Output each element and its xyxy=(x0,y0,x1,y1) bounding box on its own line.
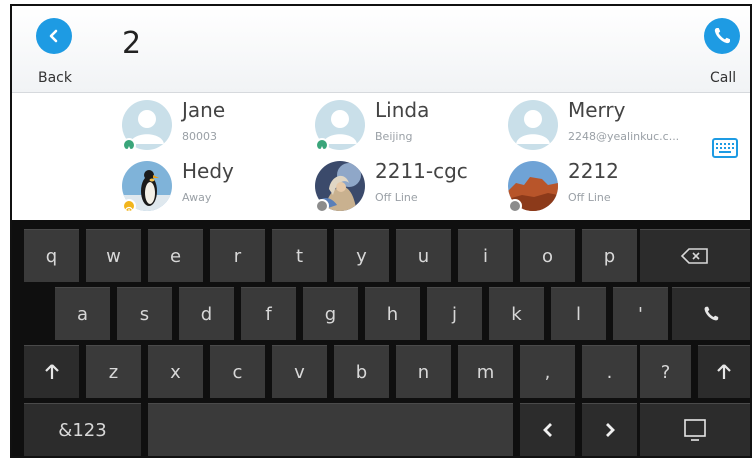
away-clock-icon xyxy=(122,199,136,216)
phone-icon xyxy=(704,306,719,321)
dial-input[interactable]: 2 xyxy=(122,26,141,61)
back-button[interactable] xyxy=(36,18,72,54)
search-bar: Back 2 Call xyxy=(12,6,750,93)
key-u[interactable]: u xyxy=(396,229,451,282)
call-label: Call xyxy=(710,70,737,86)
key-w[interactable]: w xyxy=(86,229,141,282)
space-key[interactable] xyxy=(148,403,513,456)
backspace-icon xyxy=(680,248,708,264)
status-star-icon xyxy=(315,138,329,154)
contact-item[interactable]: Hedy Away xyxy=(122,159,312,217)
cursor-right-key[interactable] xyxy=(582,403,637,456)
key-z[interactable]: z xyxy=(86,345,141,398)
back-label: Back xyxy=(38,70,72,86)
phone-icon xyxy=(714,28,730,44)
contact-item[interactable]: 2211-cgc Off Line xyxy=(315,159,505,217)
key-h[interactable]: h xyxy=(365,287,420,340)
contact-name: Jane xyxy=(182,98,226,122)
key-c[interactable]: c xyxy=(210,345,265,398)
status-star-icon xyxy=(122,138,136,154)
contact-item[interactable]: Merry 2248@yealinkuc.c... xyxy=(508,98,698,156)
contact-name: Hedy xyxy=(182,159,234,183)
key-b[interactable]: b xyxy=(334,345,389,398)
cursor-left-key[interactable] xyxy=(520,403,575,456)
key-i[interactable]: i xyxy=(458,229,513,282)
key-o[interactable]: o xyxy=(520,229,575,282)
call-button[interactable] xyxy=(704,18,740,54)
key-k[interactable]: k xyxy=(489,287,544,340)
key-p[interactable]: p xyxy=(582,229,637,282)
key-d[interactable]: d xyxy=(179,287,234,340)
key-y[interactable]: y xyxy=(334,229,389,282)
arrow-up-icon xyxy=(44,364,59,379)
default-avatar-icon xyxy=(516,110,550,144)
chevron-left-icon xyxy=(49,29,58,43)
key-e[interactable]: e xyxy=(148,229,203,282)
key-r[interactable]: r xyxy=(210,229,265,282)
offline-status-icon xyxy=(508,199,522,213)
key-question[interactable]: ? xyxy=(640,345,691,398)
chevron-left-icon xyxy=(542,423,552,437)
key-t[interactable]: t xyxy=(272,229,327,282)
key-comma[interactable]: , xyxy=(520,345,575,398)
offline-status-icon xyxy=(315,199,329,213)
shift-key-left[interactable] xyxy=(24,345,79,398)
contact-status: Off Line xyxy=(568,191,611,204)
dial-key[interactable] xyxy=(672,287,750,340)
contact-number: 80003 xyxy=(182,130,217,143)
contact-item[interactable]: Jane 80003 xyxy=(122,98,312,156)
hide-keyboard-key[interactable] xyxy=(640,403,750,456)
contact-address: 2248@yealinkuc.c... xyxy=(568,130,680,143)
key-g[interactable]: g xyxy=(303,287,358,340)
avatar xyxy=(508,100,558,150)
key-j[interactable]: j xyxy=(427,287,482,340)
key-s[interactable]: s xyxy=(117,287,172,340)
keyboard-toggle-button[interactable] xyxy=(712,138,738,162)
contact-name: Linda xyxy=(375,98,430,122)
keyboard-icon xyxy=(712,138,738,158)
key-n[interactable]: n xyxy=(396,345,451,398)
contact-status: Away xyxy=(182,191,212,204)
symbols-key[interactable]: &123 xyxy=(24,403,141,456)
key-v[interactable]: v xyxy=(272,345,327,398)
key-a[interactable]: a xyxy=(55,287,110,340)
key-l[interactable]: l xyxy=(551,287,606,340)
contact-item[interactable]: Linda Beijing xyxy=(315,98,505,156)
contact-status: Off Line xyxy=(375,191,418,204)
backspace-key[interactable] xyxy=(640,229,750,282)
shift-key-right[interactable] xyxy=(698,345,750,398)
key-q[interactable]: q xyxy=(24,229,79,282)
key-f[interactable]: f xyxy=(241,287,296,340)
contact-location: Beijing xyxy=(375,130,413,143)
contact-results: Jane 80003 Linda Beijing Merry 2248@yeal… xyxy=(12,93,750,219)
key-x[interactable]: x xyxy=(148,345,203,398)
key-apostrophe[interactable]: ' xyxy=(613,287,668,340)
hide-keyboard-icon xyxy=(684,419,706,441)
contact-name: 2212 xyxy=(568,159,619,183)
onscreen-keyboard: q w e r t y u i o p a s d f g h j k l ' … xyxy=(12,220,750,456)
key-period[interactable]: . xyxy=(582,345,637,398)
phone-screen: Back 2 Call Jane 80003 Linda Beijing Mer… xyxy=(10,4,752,458)
contact-item[interactable]: 2212 Off Line xyxy=(508,159,698,217)
key-m[interactable]: m xyxy=(458,345,513,398)
contact-name: Merry xyxy=(568,98,626,122)
chevron-right-icon xyxy=(605,423,615,437)
contact-name: 2211-cgc xyxy=(375,159,468,183)
arrow-up-icon xyxy=(717,364,731,379)
